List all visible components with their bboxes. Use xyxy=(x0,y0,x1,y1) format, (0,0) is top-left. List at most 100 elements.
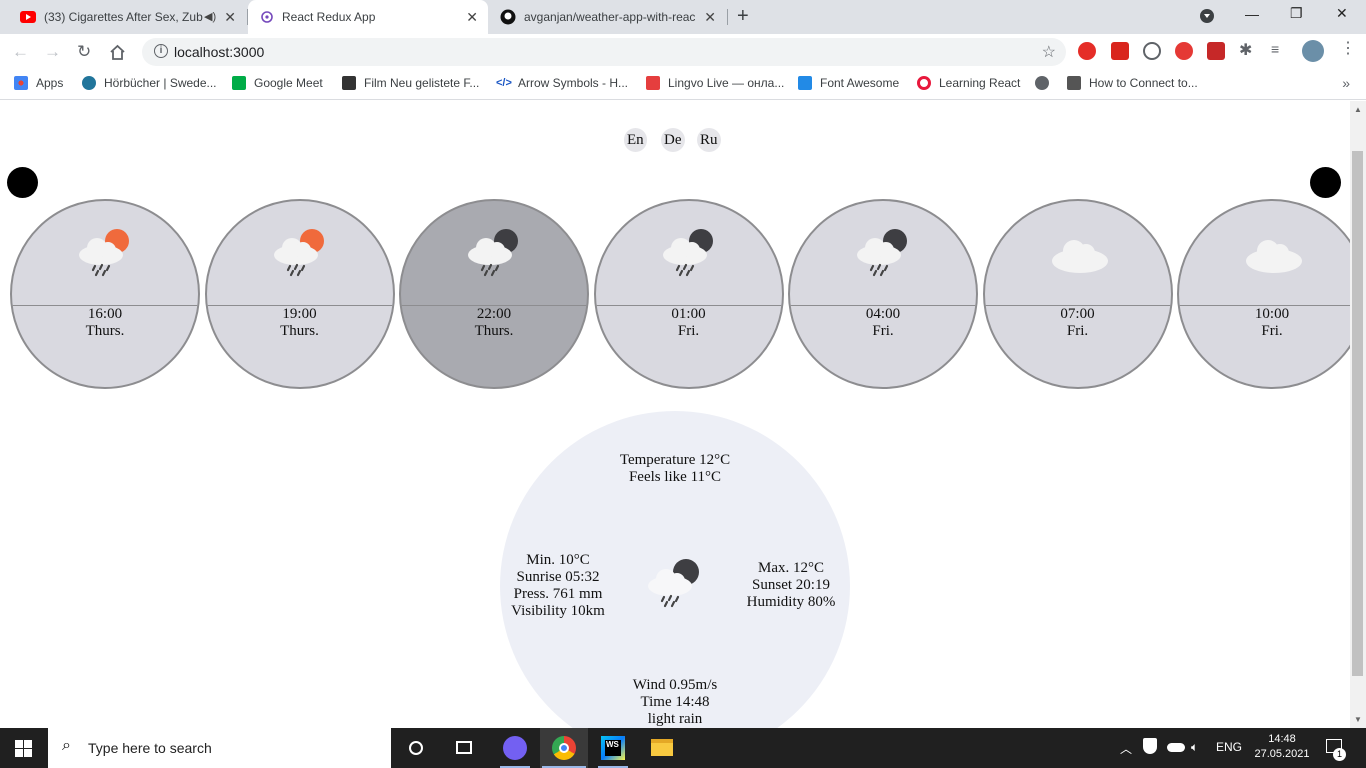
forecast-card[interactable]: 01:00 Fri. xyxy=(593,199,784,389)
cloud-icon xyxy=(1051,240,1108,273)
page-scrollbar[interactable]: ▲ ▼ xyxy=(1350,101,1366,728)
forecast-card[interactable]: 04:00 Fri. xyxy=(788,199,978,389)
forecast-card[interactable]: 19:00 Thurs. xyxy=(204,199,395,389)
puzzle-icon[interactable]: ✱ xyxy=(1239,40,1257,59)
lang-ru-button[interactable]: Ru xyxy=(697,128,721,152)
taskbar-search-box[interactable]: ⌕ Type here to search xyxy=(48,728,391,768)
volume-icon[interactable]: 🔈︎ xyxy=(1191,740,1198,755)
lang-de-button[interactable]: De xyxy=(661,128,685,152)
tab-github[interactable]: avganjan/weather-app-with-reac ✕ xyxy=(488,0,726,34)
detail-pressure: Press. 761 mm xyxy=(513,586,603,602)
security-shield-icon[interactable] xyxy=(1143,738,1157,754)
windows-taskbar: ⌕ Type here to search WS ︿ 🔈︎ ENG 14:48 … xyxy=(0,728,1366,768)
scroll-left-button[interactable] xyxy=(7,167,38,198)
rain-moon-icon xyxy=(662,229,713,277)
lang-en-button[interactable]: En xyxy=(624,128,647,152)
task-view-icon[interactable] xyxy=(440,728,488,768)
tab-title: React Redux App xyxy=(282,10,376,24)
onedrive-icon[interactable] xyxy=(1167,743,1185,752)
bookmark-apps[interactable]: Apps xyxy=(14,76,63,90)
tab-search-icon[interactable] xyxy=(1200,9,1214,23)
window-close-icon[interactable]: ✕ xyxy=(1336,5,1348,22)
forecast-day: Fri. xyxy=(1066,323,1089,339)
bookmark-label: Film Neu gelistete F... xyxy=(364,76,480,90)
forecast-card[interactable]: 22:00 Thurs. xyxy=(399,199,589,389)
bookmark-google-meet[interactable]: Google Meet xyxy=(232,76,323,90)
bookmark-label: Font Awesome xyxy=(820,76,900,90)
scrollbar-thumb[interactable] xyxy=(1352,151,1363,676)
detail-visibility: Visibility 10km xyxy=(511,603,605,619)
bookmark-learning-react[interactable]: Learning React xyxy=(917,76,1020,90)
media-icon[interactable]: ≡ xyxy=(1271,41,1289,59)
detail-description: light rain xyxy=(647,711,703,727)
notification-count: 1 xyxy=(1333,748,1346,761)
minimize-icon[interactable]: — xyxy=(1245,6,1259,22)
address-bar[interactable]: i localhost:3000 ☆ xyxy=(142,38,1066,66)
pdf-icon[interactable] xyxy=(1111,42,1129,60)
home-icon[interactable] xyxy=(109,44,126,60)
more-bookmarks-icon[interactable]: » xyxy=(1342,75,1350,91)
bookmark-lingvo[interactable]: Lingvo Live — онла... xyxy=(646,76,784,90)
back-icon[interactable]: ← xyxy=(12,42,29,62)
scroll-up-icon[interactable]: ▲ xyxy=(1354,105,1362,114)
bookmark-star-icon[interactable]: ☆ xyxy=(1042,42,1056,62)
forecast-card[interactable]: 16:00 Thurs. xyxy=(10,199,200,389)
tab-react-redux-app[interactable]: React Redux App ✕ xyxy=(248,0,488,34)
close-tab-icon[interactable]: ✕ xyxy=(466,9,478,26)
bookmark-label: How to Connect to... xyxy=(1089,76,1198,90)
speaker-icon[interactable]: ◀) xyxy=(204,10,216,23)
detail-temperature: Temperature 12°C xyxy=(619,452,731,468)
flag-icon xyxy=(798,76,812,90)
rain-sun-icon xyxy=(273,229,324,277)
forecast-card[interactable]: 10:00 Fri. xyxy=(1177,199,1350,389)
tray-chevron-icon[interactable]: ︿ xyxy=(1120,740,1132,757)
info-icon[interactable]: i xyxy=(154,44,168,58)
bookmark-font-awesome[interactable]: Font Awesome xyxy=(798,76,899,90)
bookmark-hoerbuecher[interactable]: Hörbücher | Swede... xyxy=(82,76,217,90)
menu-icon[interactable]: ⋮ xyxy=(1340,38,1358,57)
bookmark-how-to-connect[interactable]: How to Connect to... xyxy=(1067,76,1198,90)
bookmark-label: Learning React xyxy=(939,76,1021,90)
bookmark-label: Arrow Symbols - H... xyxy=(518,76,629,90)
chrome-icon[interactable] xyxy=(540,728,588,768)
bookmark-globe[interactable] xyxy=(1035,76,1057,90)
browser-tab-bar: (33) Cigarettes After Sex, Zub ◀) ✕ Reac… xyxy=(0,0,1366,34)
extension-circle-icon[interactable] xyxy=(1143,42,1161,60)
film-icon xyxy=(342,76,356,90)
rain-sun-icon xyxy=(79,229,129,277)
forecast-day: Fri. xyxy=(872,323,894,339)
reload-icon[interactable]: ↻ xyxy=(77,42,91,62)
browser-toolbar: ← → ↻ i localhost:3000 ☆ ✱ ≡ ⋮ xyxy=(0,34,1366,70)
lingvo-icon xyxy=(646,76,660,90)
extension-gift-icon[interactable] xyxy=(1207,42,1225,60)
scroll-down-icon[interactable]: ▼ xyxy=(1354,715,1362,724)
bookmark-film[interactable]: Film Neu gelistete F... xyxy=(342,76,479,90)
input-language[interactable]: ENG xyxy=(1216,740,1242,754)
viber-icon[interactable] xyxy=(491,728,539,768)
bookmark-label: Apps xyxy=(36,76,64,90)
close-tab-icon[interactable]: ✕ xyxy=(704,9,716,26)
adblock-icon[interactable] xyxy=(1078,42,1096,60)
windows-start-icon[interactable] xyxy=(15,740,32,757)
detail-time: Time 14:48 xyxy=(640,694,710,710)
taskbar-clock[interactable]: 14:48 27.05.2021 xyxy=(1254,732,1310,762)
close-tab-icon[interactable]: ✕ xyxy=(224,9,236,26)
tab-youtube[interactable]: (33) Cigarettes After Sex, Zub ◀) ✕ xyxy=(8,0,246,34)
search-placeholder: Type here to search xyxy=(88,740,212,756)
forecast-day: Thurs. xyxy=(474,323,514,339)
restore-icon[interactable]: ❐ xyxy=(1290,5,1303,22)
bookmark-arrow-symbols[interactable]: </> Arrow Symbols - H... xyxy=(496,76,628,90)
forecast-time: 16:00 xyxy=(87,306,123,322)
scroll-right-button[interactable] xyxy=(1310,167,1341,198)
webstorm-icon[interactable]: WS xyxy=(589,728,637,768)
forecast-time: 01:00 xyxy=(671,306,706,322)
forward-icon[interactable]: → xyxy=(44,42,61,62)
extension-red-icon[interactable] xyxy=(1175,42,1193,60)
new-tab-button[interactable]: + xyxy=(737,5,749,28)
cortana-icon[interactable] xyxy=(392,728,440,768)
tab-title: (33) Cigarettes After Sex, Zub xyxy=(44,10,203,24)
avatar[interactable] xyxy=(1302,40,1324,62)
file-explorer-icon[interactable] xyxy=(638,728,686,768)
forecast-card[interactable]: 07:00 Fri. xyxy=(982,199,1173,389)
github-icon xyxy=(500,9,516,25)
